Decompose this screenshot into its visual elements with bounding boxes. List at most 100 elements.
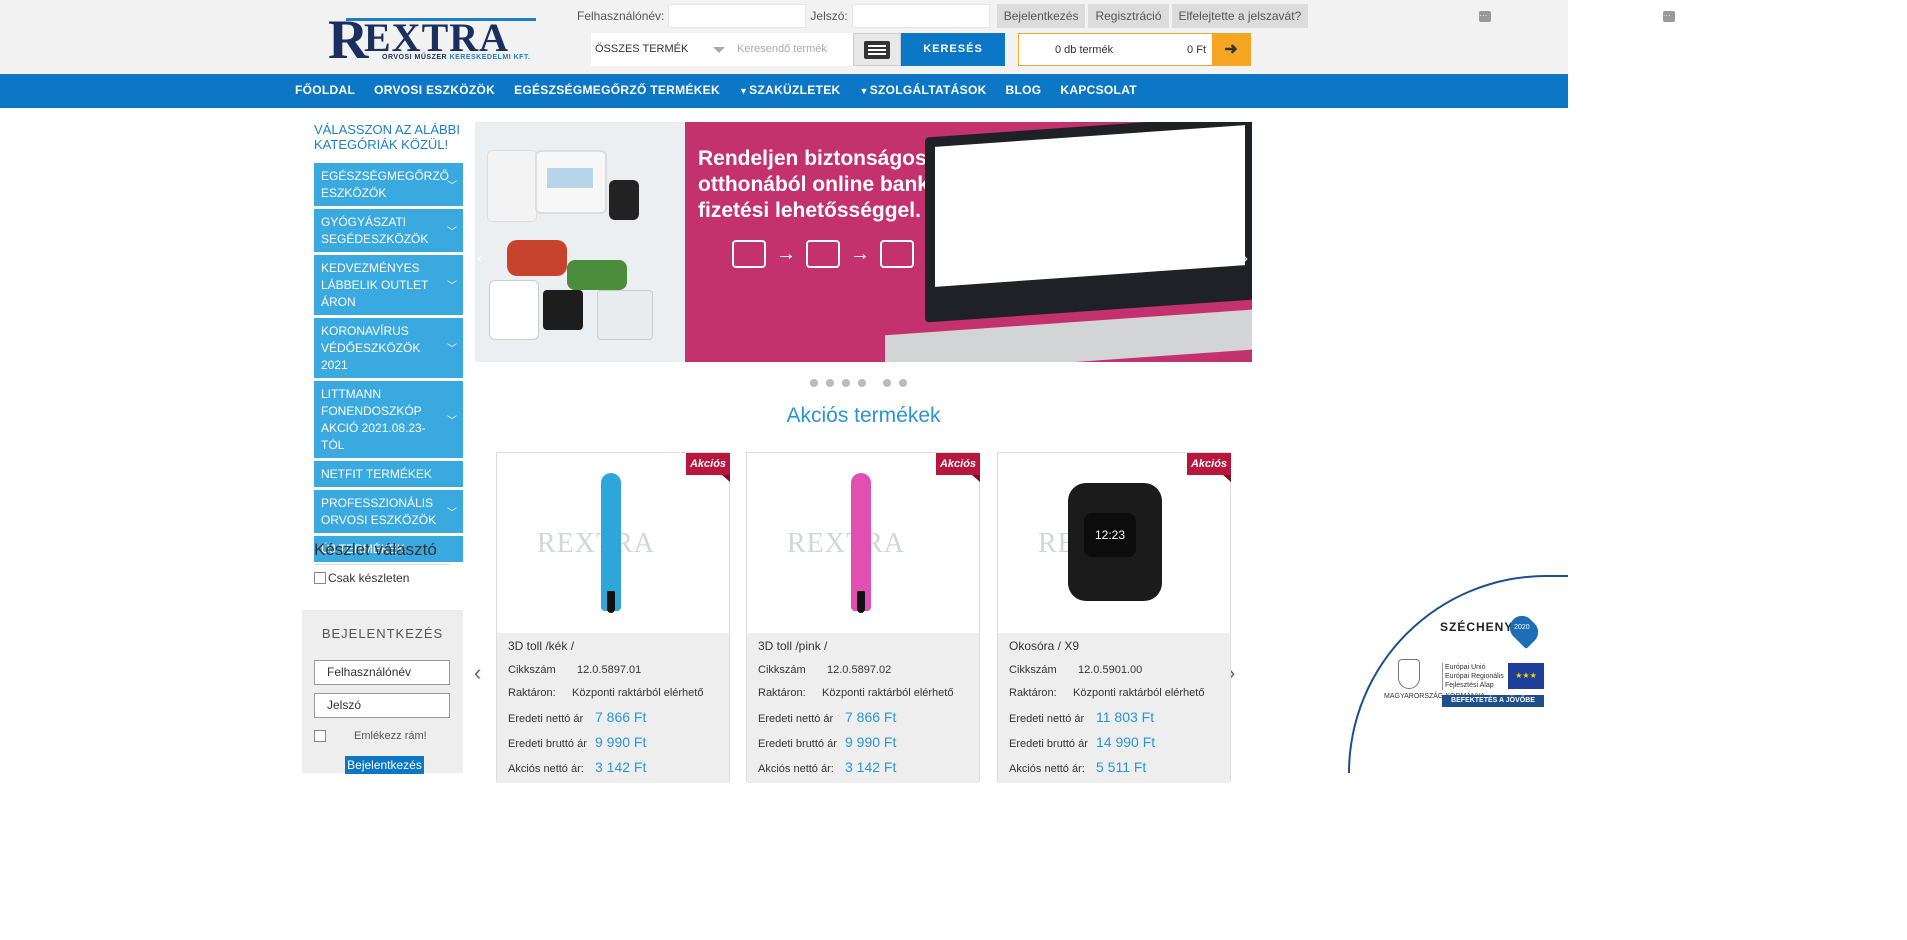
- nav-item-orvosi-eszkozok[interactable]: ORVOSI ESZKÖZÖK: [374, 74, 495, 107]
- device-image: [567, 260, 627, 290]
- slider-dot[interactable]: [810, 379, 818, 387]
- map-pin-icon: 2020: [1504, 610, 1544, 650]
- password-input[interactable]: ···: [851, 4, 1675, 28]
- sale-price-row: Akciós nettó ár: 3 142 Ft: [758, 759, 897, 775]
- list-view-button[interactable]: [853, 33, 901, 66]
- sidebar-password-input[interactable]: Jelszó: [314, 693, 450, 718]
- sidebar-item-label: NETFIT TERMÉKEK: [321, 467, 432, 481]
- chevron-down-icon: ﹀: [447, 226, 457, 238]
- category-list: EGÉSZSÉGMEGŐRZŐ ESZKÖZÖK ﹀ GYÓGYÁSZATI SE…: [314, 163, 463, 565]
- stock-option-label: Csak készleten: [328, 571, 410, 585]
- product-photo-pen: [851, 473, 871, 613]
- banner-slider[interactable]: Rendeljen biztonságosan otthonából onlin…: [475, 122, 1252, 362]
- szechenyi-title: SZÉCHENYI: [1440, 620, 1518, 634]
- net-price-row: Eredeti nettó ár 11 803 Ft: [1009, 709, 1155, 725]
- stock-filter-option[interactable]: Csak készleten: [314, 571, 409, 585]
- szechenyi-2020-badge[interactable]: SZÉCHENYI 2020 MAGYARORSZÁG KORMÁNYA Eur…: [1348, 575, 1568, 773]
- nav-item-fooldal[interactable]: FŐOLDAL: [295, 74, 355, 107]
- product-name[interactable]: Okosóra / X9: [1009, 639, 1079, 653]
- gross-price-row: Eredeti bruttó ár 9 990 Ft: [758, 734, 897, 750]
- sidebar-title: VÁLASSZON AZ ALÁBBI KATEGÓRIÁK KÖZÜL!: [314, 122, 460, 152]
- sidebar-item-netfit[interactable]: NETFIT TERMÉKEK: [314, 461, 463, 487]
- category-select-value: ÖSSZES TERMÉK: [595, 43, 689, 55]
- search-bar: ÖSSZES TERMÉK Keresendő termék KERESÉS: [591, 33, 1005, 66]
- product-info: 3D toll /kék / Cikkszám 12.0.5897.01 Rakt…: [497, 633, 729, 783]
- sidebar-login-box: BEJELENTKEZÉS Felhasználónév Jelszó Emlé…: [302, 610, 463, 774]
- net-price-row: Eredeti nettó ár 7 866 Ft: [508, 709, 647, 725]
- sidebar-item-koronavirus[interactable]: KORONAVÍRUS VÉDŐESZKÖZÖK 2021 ﹀: [314, 318, 463, 378]
- main-nav: FŐOLDAL ORVOSI ESZKÖZÖK EGÉSZSÉGMEGŐRZŐ …: [0, 74, 1568, 108]
- sale-price-row: Akciós nettó ár: 5 511 Ft: [1009, 759, 1147, 775]
- sidebar-username-input[interactable]: Felhasználónév: [314, 660, 450, 685]
- sidebar-item-egeszsegmegorzo[interactable]: EGÉSZSÉGMEGŐRZŐ ESZKÖZÖK ﹀: [314, 163, 463, 206]
- cart-total: 0 Ft: [1187, 44, 1206, 56]
- slider-next-arrow[interactable]: ›: [1243, 250, 1248, 268]
- remember-me[interactable]: Emlékezz rám!: [314, 730, 427, 742]
- stock-row: Raktáron: Központi raktárból elérhető: [758, 687, 954, 699]
- nav-item-kapcsolat[interactable]: KAPCSOLAT: [1060, 74, 1136, 107]
- net-price-row: Eredeti nettó ár 7 866 Ft: [758, 709, 897, 725]
- credit-card-icon: [806, 240, 840, 268]
- login-button[interactable]: Bejelentkezés: [996, 4, 1086, 28]
- slider-dot[interactable]: [842, 379, 850, 387]
- username-input[interactable]: ···: [668, 4, 1492, 28]
- arrow-right-icon[interactable]: ➜: [1212, 34, 1250, 65]
- sku-row: Cikkszám 12.0.5897.02: [758, 664, 892, 676]
- chevron-down-icon: ﹀: [447, 415, 457, 427]
- cart-icon: [732, 240, 766, 268]
- sale-badge: Akciós: [1187, 453, 1231, 482]
- product-name[interactable]: 3D toll /kék /: [508, 639, 574, 653]
- search-input[interactable]: Keresendő termék: [729, 33, 853, 66]
- cart-count: 0 db termék: [1055, 44, 1114, 56]
- slider-dot[interactable]: [826, 379, 834, 387]
- list-icon: [864, 40, 890, 59]
- product-image[interactable]: REXTRA: [497, 453, 729, 633]
- nav-item-szolgaltatasok[interactable]: ▼SZOLGÁLTATÁSOK: [859, 74, 986, 107]
- category-select[interactable]: ÖSSZES TERMÉK: [591, 33, 729, 66]
- stock-checkbox[interactable]: [314, 572, 326, 584]
- sidebar: VÁLASSZON AZ ALÁBBI KATEGÓRIÁK KÖZÜL! EG…: [302, 108, 463, 774]
- sidebar-item-professzionalis[interactable]: PROFESSZIONÁLIS ORVOSI ESZKÖZÖK ﹀: [314, 490, 463, 533]
- device-image: [487, 150, 537, 222]
- product-info: Okosóra / X9 Cikkszám 12.0.5901.00 Raktár…: [998, 633, 1230, 783]
- medical-devices-image: [487, 150, 667, 340]
- remember-checkbox[interactable]: [314, 730, 326, 742]
- nav-item-szakuzletek[interactable]: ▼SZAKÜZLETEK: [739, 74, 841, 107]
- product-card[interactable]: REXTRA Akciós 3D toll /kék / Cikkszám 12.…: [496, 452, 730, 783]
- sale-price-row: Akciós nettó ár: 3 142 Ft: [508, 759, 647, 775]
- sidebar-item-label: LITTMANN FONENDOSZKÓP AKCIÓ 2021.08.23-T…: [321, 387, 426, 452]
- logo[interactable]: R EXTRA ORVOSI MŰSZER KERESKEDELMI KFT.: [326, 12, 538, 68]
- slider-dots: [810, 379, 915, 387]
- slider-dot[interactable]: [883, 379, 891, 387]
- chevron-down-icon: ﹀: [447, 507, 457, 519]
- product-name[interactable]: 3D toll /pink /: [758, 639, 827, 653]
- slider-dot[interactable]: [899, 379, 907, 387]
- gross-price-row: Eredeti bruttó ár 9 990 Ft: [508, 734, 647, 750]
- sidebar-item-littmann[interactable]: LITTMANN FONENDOSZKÓP AKCIÓ 2021.08.23-T…: [314, 381, 463, 458]
- device-image: [489, 280, 539, 340]
- device-image: [609, 180, 639, 220]
- search-button[interactable]: KERESÉS: [901, 33, 1005, 66]
- cart-summary[interactable]: 0 db termék 0 Ft ➜: [1018, 33, 1251, 66]
- forgot-password-button[interactable]: Elfelejtette a jelszavát?: [1171, 4, 1309, 28]
- register-button[interactable]: Regisztráció: [1088, 4, 1169, 28]
- device-image: [535, 150, 607, 214]
- nav-item-egeszsegmegorzo[interactable]: EGÉSZSÉGMEGŐRZŐ TERMÉKEK: [514, 74, 720, 107]
- sidebar-item-labbelik[interactable]: KEDVEZMÉNYES LÁBBELIK OUTLET ÁRON ﹀: [314, 255, 463, 315]
- slider-prev-arrow[interactable]: ‹: [477, 250, 482, 268]
- carousel-prev-arrow[interactable]: ‹: [474, 660, 481, 686]
- product-card[interactable]: REXTRA Akciós 3D toll /pink / Cikkszám 12…: [746, 452, 980, 783]
- sidebar-item-gyogyaszati[interactable]: GYÓGYÁSZATI SEGÉDESZKÖZÖK ﹀: [314, 209, 463, 252]
- sidebar-item-label: KORONAVÍRUS VÉDŐESZKÖZÖK 2021: [321, 324, 421, 372]
- product-image[interactable]: REXTRA 12:23: [998, 453, 1230, 633]
- sidebar-login-button[interactable]: Bejelentkezés: [345, 756, 424, 774]
- sale-badge: Akciós: [686, 453, 730, 482]
- product-card[interactable]: REXTRA 12:23 Akciós Okosóra / X9 Cikkszá…: [997, 452, 1231, 783]
- chevron-down-icon: ﹀: [447, 281, 457, 292]
- slider-dot[interactable]: [858, 379, 866, 387]
- device-image: [543, 290, 583, 330]
- nav-item-label: SZOLGÁLTATÁSOK: [869, 83, 987, 97]
- stock-row: Raktáron: Központi raktárból elérhető: [1009, 687, 1205, 699]
- product-image[interactable]: REXTRA: [747, 453, 979, 633]
- nav-item-blog[interactable]: BLOG: [1006, 74, 1042, 107]
